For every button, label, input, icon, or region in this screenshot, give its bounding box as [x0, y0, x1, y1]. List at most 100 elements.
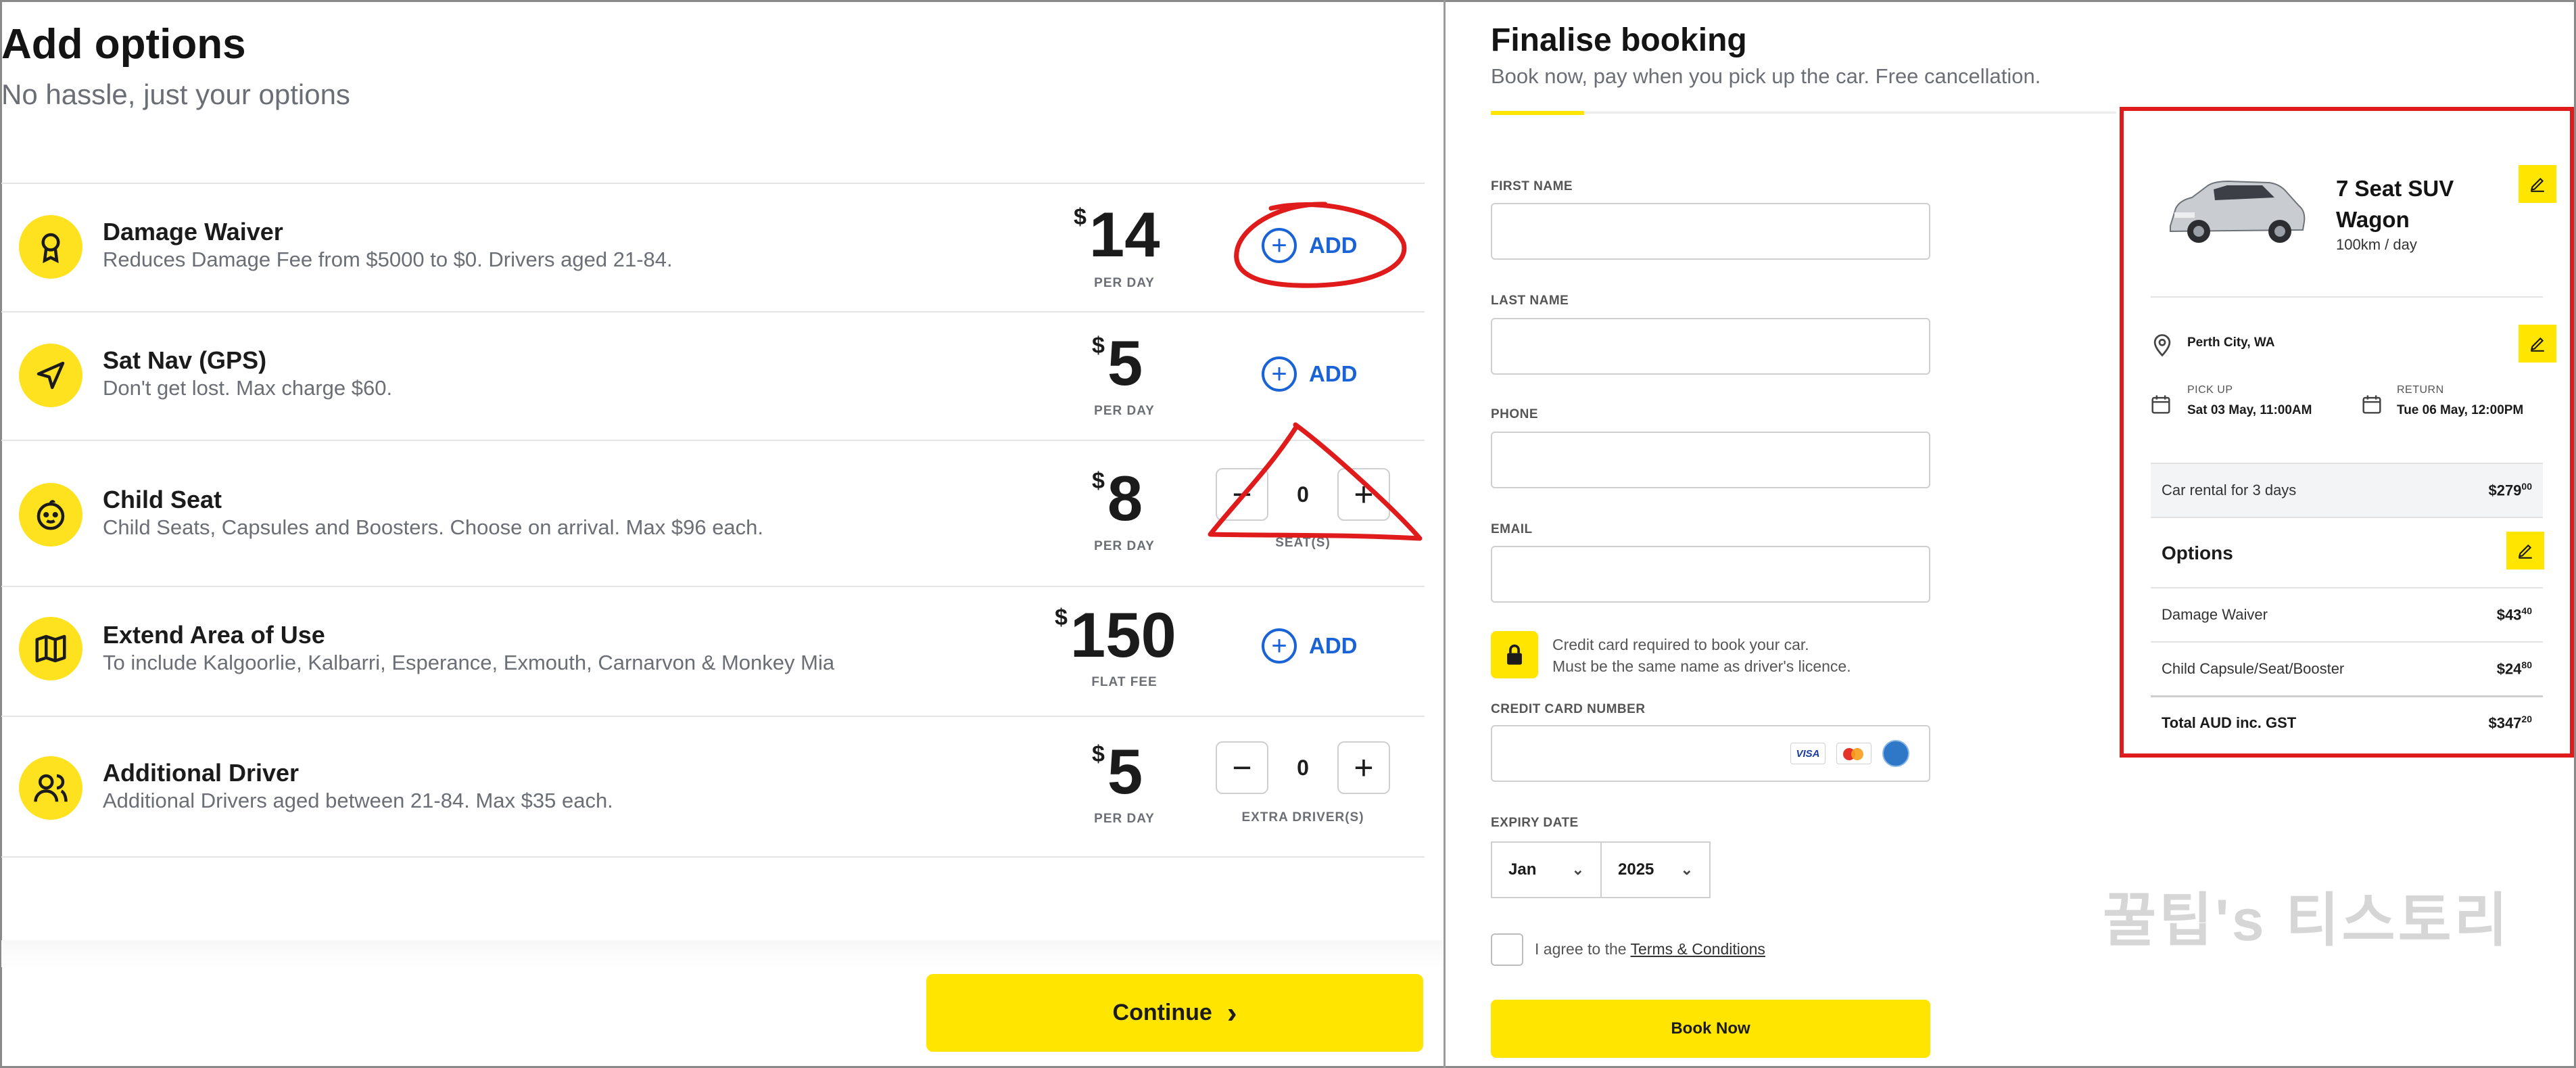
lock-icon [1491, 631, 1538, 678]
card-number-label: CREDIT CARD NUMBER [1491, 702, 1646, 716]
divider [1, 183, 1425, 184]
stepper-value: 0 [1297, 755, 1309, 780]
option-line-child-seat: Child Capsule/Seat/Booster $2480 [2162, 659, 2532, 678]
amex-icon [1882, 740, 1909, 767]
divider [1, 440, 1425, 441]
option-name: Damage Waiver [103, 218, 283, 246]
page-subtitle: No hassle, just your options [1, 78, 350, 110]
increment-button[interactable]: + [1337, 468, 1390, 521]
car-mileage: 100km / day [2336, 236, 2417, 253]
price-unit: FLAT FEE [1091, 675, 1158, 689]
increment-button[interactable]: + [1337, 741, 1390, 794]
add-damage-waiver-button[interactable]: + ADD [1262, 228, 1358, 263]
price-unit: PER DAY [1094, 276, 1155, 290]
watermark: 꿀팁's 티스토리 [2103, 888, 2510, 953]
plus-circle-icon: + [1262, 628, 1297, 664]
option-price: $5 [1092, 327, 1143, 398]
chevron-down-icon: ⌄ [1680, 861, 1693, 878]
add-options-panel: Add options No hassle, just your options… [0, 0, 1444, 1068]
email-input[interactable] [1491, 546, 1930, 603]
mastercard-icon [1836, 743, 1871, 764]
divider [1, 586, 1425, 587]
option-price: $14 [1074, 199, 1160, 270]
option-name: Additional Driver [103, 759, 300, 787]
credit-card-note: Credit card required to book your car. M… [1552, 636, 1851, 675]
visa-icon: VISA [1790, 743, 1826, 764]
pickup-location: Perth City, WA [2187, 335, 2275, 350]
stepper-value: 0 [1297, 482, 1309, 507]
option-price: $8 [1092, 463, 1143, 534]
booking-summary-card: 7 Seat SUV Wagon 100km / day Perth City,… [2120, 107, 2574, 758]
return-datetime: Tue 06 May, 12:00PM [2397, 403, 2524, 417]
card-logos: VISA [1790, 740, 1909, 767]
child-seat-stepper: − 0 + [1216, 468, 1390, 521]
chevron-down-icon: ⌄ [1571, 861, 1584, 878]
divider [1, 856, 1425, 858]
expiry-year-select[interactable]: 2025 ⌄ [1600, 841, 1711, 898]
calendar-icon [2151, 395, 2170, 414]
pencil-icon [2518, 544, 2532, 559]
price-unit: PER DAY [1094, 539, 1155, 553]
footer-shadow [1, 940, 1443, 967]
option-description: Child Seats, Capsules and Boosters. Choo… [103, 515, 764, 539]
divider [1, 716, 1425, 717]
last-name-input[interactable] [1491, 318, 1930, 375]
option-price: $150 [1055, 599, 1176, 670]
users-icon [19, 756, 82, 820]
total-row: Total AUD inc. GST $34720 [2162, 714, 2532, 732]
edit-car-button[interactable] [2519, 165, 2556, 203]
car-name: 7 Seat SUV Wagon [2336, 176, 2454, 232]
terms-checkbox[interactable] [1491, 933, 1523, 966]
option-description: To include Kalgoorlie, Kalbarri, Esperan… [103, 651, 835, 674]
last-name-label: LAST NAME [1491, 294, 1569, 308]
divider [1491, 112, 2116, 114]
booking-title: Finalise booking [1491, 22, 1747, 58]
phone-input[interactable] [1491, 432, 1930, 488]
options-heading: Options [2162, 542, 2233, 563]
expiry-label: EXPIRY DATE [1491, 816, 1579, 830]
award-ribbon-icon [19, 215, 82, 279]
pickup-label: PICK UP [2187, 384, 2233, 396]
navigation-arrow-icon [19, 344, 82, 407]
map-icon [19, 617, 82, 680]
add-extend-area-button[interactable]: + ADD [1262, 628, 1358, 664]
terms-label: I agree to the Terms & Conditions [1535, 940, 1765, 958]
first-name-input[interactable] [1491, 203, 1930, 260]
rental-cost-row: Car rental for 3 days $27900 [2151, 464, 2543, 517]
additional-driver-stepper: − 0 + [1216, 741, 1390, 794]
divider [2151, 517, 2543, 518]
decrement-button[interactable]: − [1216, 468, 1268, 521]
option-description: Don't get lost. Max charge $60. [103, 376, 393, 400]
page-title: Add options [1, 21, 246, 68]
plus-circle-icon: + [1262, 356, 1297, 392]
decrement-button[interactable]: − [1216, 741, 1268, 794]
price-unit: PER DAY [1094, 812, 1155, 826]
map-pin-icon [2153, 334, 2171, 357]
option-line-damage-waiver: Damage Waiver $4340 [2162, 605, 2532, 624]
edit-location-button[interactable] [2519, 325, 2556, 363]
divider [1, 311, 1425, 312]
stepper-unit: EXTRA DRIVER(S) [1241, 810, 1364, 825]
book-now-button[interactable]: Book Now [1491, 1000, 1930, 1058]
first-name-label: FIRST NAME [1491, 179, 1573, 193]
option-description: Additional Drivers aged between 21-84. M… [103, 789, 613, 812]
terms-link[interactable]: Terms & Conditions [1631, 940, 1765, 958]
edit-options-button[interactable] [2506, 532, 2544, 570]
stepper-unit: SEAT(S) [1275, 536, 1331, 550]
phone-label: PHONE [1491, 407, 1539, 421]
option-name: Extend Area of Use [103, 621, 325, 649]
plus-circle-icon: + [1262, 228, 1297, 263]
chevron-right-icon: › [1226, 996, 1237, 1029]
expiry-month-select[interactable]: Jan ⌄ [1491, 841, 1602, 898]
option-name: Sat Nav (GPS) [103, 346, 267, 374]
baby-face-icon [19, 483, 82, 547]
divider [2151, 296, 2543, 298]
return-label: RETURN [2397, 384, 2444, 396]
continue-button[interactable]: Continue › [926, 974, 1423, 1052]
option-description: Reduces Damage Fee from $5000 to $0. Dri… [103, 248, 673, 271]
price-unit: PER DAY [1094, 404, 1155, 418]
add-sat-nav-button[interactable]: + ADD [1262, 356, 1358, 392]
option-price: $5 [1092, 736, 1143, 807]
progress-accent [1491, 111, 1584, 115]
pickup-datetime: Sat 03 May, 11:00AM [2187, 403, 2312, 417]
